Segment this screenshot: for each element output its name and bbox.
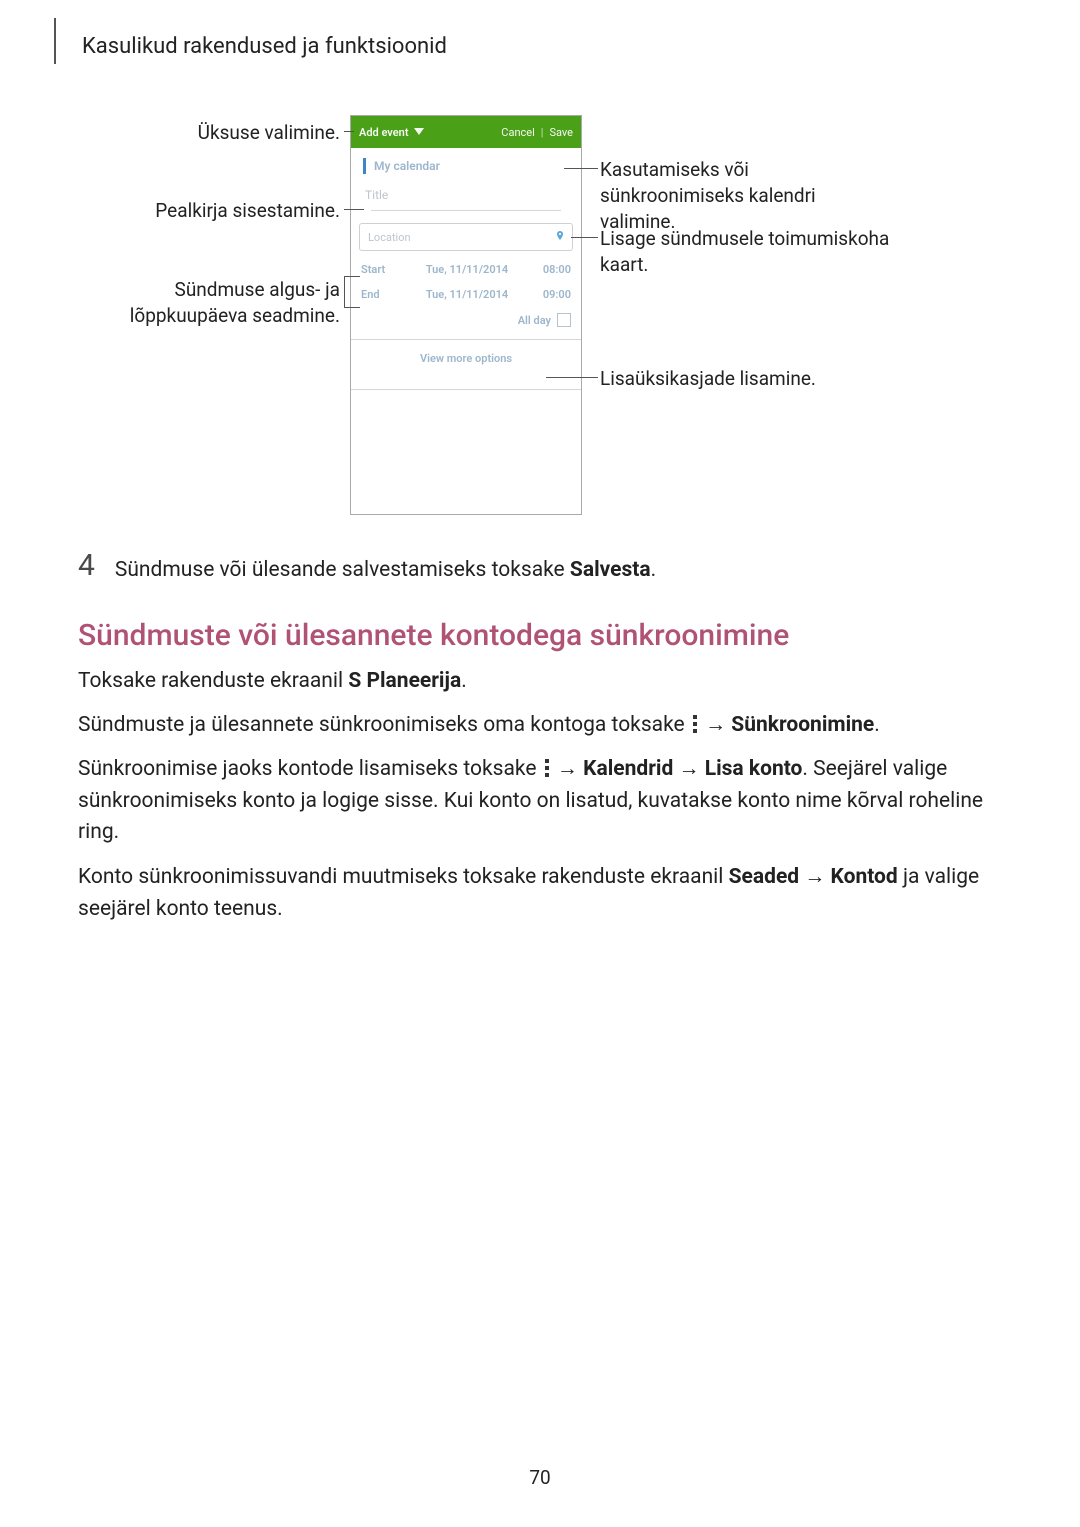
start-label: Start	[361, 263, 403, 276]
location-input[interactable]: Location	[359, 223, 573, 251]
view-more-options[interactable]: View more options	[351, 340, 581, 377]
paragraph-2: Sündmuste ja ülesannete sünkroonimiseks …	[78, 710, 1002, 742]
all-day-row[interactable]: All day	[351, 301, 581, 327]
more-options-icon	[692, 715, 698, 733]
dropdown-label: Add event	[359, 126, 409, 139]
calendar-color-bar	[363, 158, 366, 174]
map-pin-icon[interactable]	[554, 228, 566, 247]
all-day-label: All day	[518, 314, 551, 327]
end-label: End	[361, 288, 403, 301]
start-date: Tue, 11/11/2014	[403, 263, 531, 276]
more-options-icon	[544, 759, 550, 777]
section-title: Kasulikud rakendused ja funktsioonid	[56, 30, 1026, 64]
annotated-figure: Add event Cancel | Save My calendar Titl…	[0, 112, 1080, 542]
callout-add-details: Lisaüksikasjade lisamine.	[600, 366, 960, 392]
section-heading: Sündmuste või ülesannete kontodega sünkr…	[78, 618, 1002, 653]
callout-set-dates-a: Sündmuse algus- ja	[80, 277, 340, 303]
callout-add-location-a: Lisage sündmusele toimumiskoha	[600, 226, 1000, 252]
end-time: 09:00	[531, 288, 571, 301]
end-datetime-row[interactable]: End Tue, 11/11/2014 09:00	[351, 276, 581, 301]
step-text: Sündmuse või ülesande salvestamiseks tok…	[115, 551, 656, 582]
all-day-checkbox[interactable]	[557, 313, 571, 327]
phone-screenshot: Add event Cancel | Save My calendar Titl…	[350, 115, 582, 515]
header-tick	[54, 18, 56, 30]
calendar-name: My calendar	[374, 159, 440, 173]
callout-select-item: Üksuse valimine.	[80, 120, 340, 146]
step-4: 4 Sündmuse või ülesande salvestamiseks t…	[78, 551, 1002, 582]
save-button[interactable]: Save	[549, 126, 573, 139]
event-type-dropdown[interactable]: Add event	[359, 126, 424, 139]
start-datetime-row[interactable]: Start Tue, 11/11/2014 08:00	[351, 251, 581, 276]
callout-enter-title: Pealkirja sisestamine.	[80, 198, 340, 224]
title-input[interactable]: Title	[363, 184, 569, 206]
location-placeholder: Location	[368, 231, 411, 244]
action-bar: Add event Cancel | Save	[351, 116, 581, 148]
calendar-selector[interactable]: My calendar	[351, 148, 581, 180]
paragraph-1: Toksake rakenduste ekraanil S Planeerija…	[78, 666, 1002, 698]
paragraph-4: Konto sünkroonimissuvandi muutmiseks tok…	[78, 862, 1002, 925]
callout-set-dates-b: lõppkuupäeva seadmine.	[80, 303, 340, 329]
step-number: 4	[78, 551, 95, 581]
paragraph-3: Sünkroonimise jaoks kontode lisamiseks t…	[78, 754, 1002, 849]
chevron-down-icon	[414, 128, 424, 135]
start-time: 08:00	[531, 263, 571, 276]
cancel-button[interactable]: Cancel	[501, 126, 534, 139]
callout-add-location-b: kaart.	[600, 252, 1000, 278]
end-date: Tue, 11/11/2014	[403, 288, 531, 301]
page-number: 70	[0, 1466, 1080, 1489]
page-header: Kasulikud rakendused ja funktsioonid	[54, 30, 1026, 64]
callout-choose-calendar-a: Kasutamiseks või	[600, 157, 960, 183]
callout-choose-calendar-b: sünkroonimiseks kalendri	[600, 183, 960, 209]
